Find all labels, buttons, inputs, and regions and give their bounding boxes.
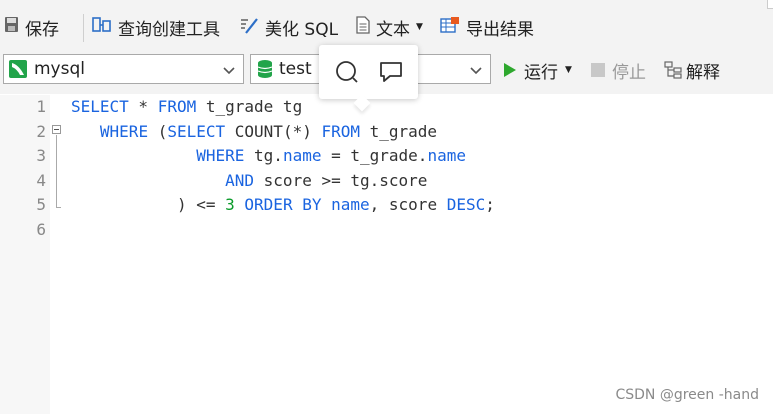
code-line: WHERE (SELECT COUNT(*) FROM t_grade: [71, 122, 437, 141]
code-token: AND: [225, 170, 255, 190]
line-number: 4: [36, 170, 46, 190]
code-line: WHERE tg.name = t_grade.name: [71, 146, 466, 165]
line-number: 6: [36, 220, 46, 239]
connection-select[interactable]: mysql: [3, 54, 244, 84]
selection-popover: [319, 45, 418, 112]
fold-guide-end: [56, 207, 61, 208]
code-token: WHERE: [99, 121, 149, 141]
code-token: WHERE: [196, 146, 245, 166]
caret-down-icon: ▼: [416, 22, 423, 32]
play-icon: [503, 62, 517, 78]
explain-icon: [664, 61, 682, 79]
line-number: 1: [36, 97, 46, 116]
database-icon: [257, 59, 273, 79]
document-icon: [356, 15, 370, 39]
fold-toggle-icon[interactable]: [52, 125, 61, 134]
search-icon[interactable]: [333, 58, 361, 86]
query-builder-icon: [92, 16, 112, 39]
beautify-wand-icon: [240, 16, 259, 39]
database-value: test: [279, 59, 312, 79]
code-token: *: [128, 97, 158, 116]
code-line: ) <= 3 ORDER BY name, score DESC;: [71, 195, 495, 214]
run-button[interactable]: 运行 ▼: [503, 57, 572, 83]
export-results-button[interactable]: 导出结果: [440, 14, 534, 40]
line-number: 2: [36, 121, 46, 141]
code-token: SELECT: [71, 97, 129, 116]
code-token: = t_grade.: [321, 146, 428, 166]
explain-button[interactable]: 解释: [664, 57, 720, 83]
export-results-label: 导出结果: [466, 19, 534, 40]
stop-icon: [591, 63, 605, 77]
code-token: , score: [369, 195, 447, 215]
stop-button[interactable]: 停止: [591, 57, 646, 83]
fold-guide: [56, 135, 57, 207]
query-builder-button[interactable]: 查询创建工具: [92, 14, 220, 40]
connection-value: mysql: [34, 59, 85, 79]
text-dropdown-button[interactable]: 文本 ▼: [356, 14, 423, 40]
code-token: 3: [225, 195, 235, 215]
main-toolbar: 保存 查询创建工具 美化 SQL 文本 ▼ 导出结果: [0, 0, 773, 50]
sql-editor[interactable]: 1 SELECT * FROM t_grade tg 2 WHERE (SELECT…: [0, 95, 773, 414]
code-token: DESC: [446, 195, 486, 215]
code-token: FROM: [157, 97, 197, 116]
code-token: t_grade: [360, 121, 438, 141]
save-label: 保存: [25, 19, 59, 40]
line-number-gutter: [0, 95, 50, 414]
mysql-connection-icon: [9, 60, 27, 78]
code-line: SELECT * FROM t_grade tg: [71, 97, 302, 116]
code-token: name: [282, 146, 322, 166]
export-table-icon: [440, 16, 460, 39]
code-token: ) <=: [71, 195, 226, 215]
chevron-down-icon: [469, 62, 483, 82]
caret-down-icon: ▼: [565, 65, 572, 75]
code-token: t_grade tg: [196, 97, 303, 116]
text-label: 文本: [376, 19, 410, 40]
code-token: tg.: [244, 146, 283, 166]
code-line: AND score >= tg.score: [71, 171, 427, 190]
chevron-down-icon: [222, 62, 236, 82]
beautify-sql-label: 美化 SQL: [265, 19, 339, 40]
comment-icon[interactable]: [377, 58, 405, 86]
run-label: 运行: [524, 62, 558, 83]
query-builder-label: 查询创建工具: [118, 19, 220, 40]
line-number: 3: [36, 146, 46, 166]
explain-label: 解释: [686, 62, 720, 83]
code-token: name: [331, 195, 370, 215]
stop-label: 停止: [612, 62, 646, 83]
code-token: ;: [485, 195, 495, 215]
code-token: SELECT: [167, 121, 226, 141]
toolbar-divider: [83, 14, 84, 42]
save-button[interactable]: 保存: [4, 14, 59, 40]
code-token: (: [148, 121, 168, 141]
code-token: name: [427, 146, 466, 166]
line-number: 5: [36, 195, 46, 215]
code-token: COUNT(*): [225, 121, 322, 141]
beautify-sql-button[interactable]: 美化 SQL: [240, 14, 338, 40]
code-token: ORDER BY: [244, 195, 322, 215]
watermark: CSDN @green -hand: [615, 387, 759, 403]
save-icon: [4, 16, 19, 38]
code-token: FROM: [321, 121, 360, 141]
code-token: score >= tg.score: [254, 170, 428, 190]
window-corner: [767, 0, 773, 9]
